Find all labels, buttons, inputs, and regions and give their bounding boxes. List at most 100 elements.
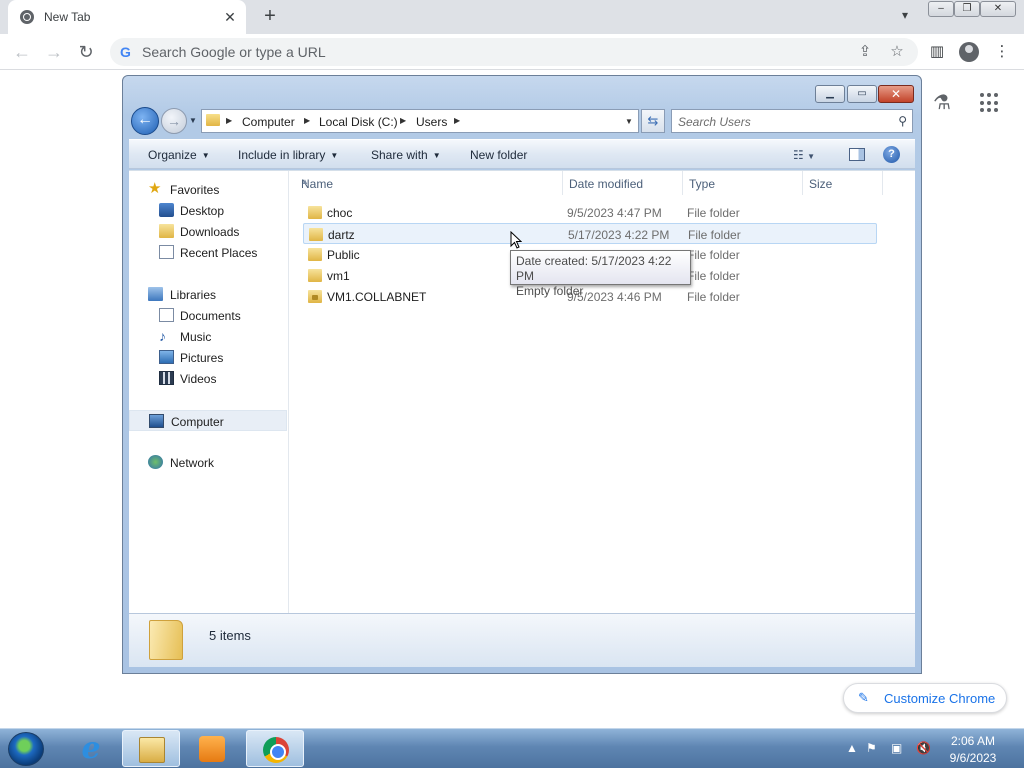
nav-label: Videos: [180, 372, 217, 386]
restore-icon[interactable]: ❐: [954, 1, 980, 17]
nav-label: Pictures: [180, 351, 224, 365]
start-button-icon[interactable]: [8, 732, 44, 766]
row-name: VM1.COLLABNET: [327, 290, 427, 304]
nav-item-music[interactable]: ♪ Music: [129, 326, 287, 347]
nav-item-videos[interactable]: Videos: [129, 368, 287, 389]
tab-search-chevron-icon[interactable]: ▾: [896, 8, 914, 26]
minimize-icon[interactable]: –: [928, 1, 954, 17]
tab-new-tab[interactable]: New Tab ✕: [8, 0, 246, 34]
action-center-flag-icon[interactable]: ⚑: [866, 741, 877, 755]
volume-muted-icon[interactable]: 🔇: [916, 741, 931, 755]
breadcrumb-separator-icon[interactable]: ▶: [454, 116, 460, 125]
preview-pane-icon[interactable]: [849, 148, 865, 161]
search-input[interactable]: [678, 114, 878, 130]
labs-flask-icon[interactable]: ⚗: [931, 92, 953, 114]
profile-avatar-icon[interactable]: [959, 42, 979, 62]
search-box[interactable]: ⚲: [671, 109, 913, 133]
nav-item-libraries[interactable]: Libraries: [129, 284, 287, 305]
nav-label: Favorites: [170, 183, 220, 197]
videos-film-icon: [159, 371, 174, 385]
back-arrow-icon[interactable]: ←: [12, 42, 32, 62]
desktop-icon: [159, 203, 174, 217]
folder-icon: [206, 114, 220, 126]
taskbar-internet-explorer[interactable]: e: [62, 730, 120, 767]
breadcrumb-computer[interactable]: Computer: [242, 115, 295, 129]
file-row-choc[interactable]: choc 9/5/2023 4:47 PM File folder: [303, 202, 877, 223]
address-bar[interactable]: ▶ Computer ▶ Local Disk (C:) ▶ Users ▶ ▼: [201, 109, 639, 133]
tab-close-icon[interactable]: ✕: [222, 9, 238, 25]
new-folder-button[interactable]: New folder: [470, 148, 527, 162]
explorer-forward-icon[interactable]: →: [161, 108, 187, 134]
dropdown-arrow-icon: ▼: [330, 151, 339, 160]
breadcrumb-separator-icon[interactable]: ▶: [226, 116, 232, 125]
internet-explorer-icon: e: [81, 731, 101, 766]
nav-item-documents[interactable]: Documents: [129, 305, 287, 326]
address-dropdown-icon[interactable]: ▼: [625, 117, 633, 126]
new-tab-button[interactable]: +: [258, 5, 282, 29]
recent-pages-dropdown-icon[interactable]: ▼: [189, 116, 197, 125]
row-name: dartz: [328, 228, 355, 242]
documents-icon: [159, 308, 174, 322]
include-in-library-label: Include in library: [238, 148, 326, 162]
taskbar-media-player[interactable]: [183, 730, 241, 767]
sort-ascending-icon: ▲: [301, 177, 309, 186]
tooltip-date-created: Date created: 5/17/2023 4:22 PM: [516, 254, 672, 283]
row-date: 5/17/2023 4:22 PM: [568, 228, 670, 242]
bookmark-star-icon[interactable]: ☆: [888, 43, 906, 61]
column-header-type[interactable]: Type: [683, 171, 803, 195]
organize-button[interactable]: Organize ▼: [148, 148, 210, 162]
row-type: File folder: [687, 248, 740, 262]
navigation-pane: ★ Favorites Desktop Downloads Recent Pla…: [129, 171, 289, 614]
clock-date[interactable]: 9/6/2023: [940, 751, 1006, 765]
column-date-label: Date modified: [569, 177, 644, 191]
nav-item-recent-places[interactable]: Recent Places: [129, 242, 287, 263]
nav-label: Music: [180, 330, 212, 344]
network-status-icon[interactable]: ▣: [891, 741, 902, 755]
share-icon[interactable]: ⇪: [856, 43, 874, 61]
network-globe-icon: [148, 455, 163, 469]
nav-item-computer[interactable]: Computer: [129, 410, 287, 431]
explorer-maximize-icon[interactable]: ▭: [847, 85, 877, 103]
nav-item-pictures[interactable]: Pictures: [129, 347, 287, 368]
explorer-close-icon[interactable]: ✕: [878, 85, 914, 103]
explorer-back-icon[interactable]: ←: [131, 107, 159, 135]
omnibox[interactable]: G ⇪ ☆: [110, 38, 918, 66]
nav-label: Computer: [171, 415, 224, 429]
customize-chrome-label: Customize Chrome: [884, 691, 996, 706]
side-panel-icon[interactable]: ▥: [927, 42, 947, 62]
share-with-button[interactable]: Share with ▼: [371, 148, 441, 162]
media-player-icon: [199, 736, 225, 762]
nav-item-downloads[interactable]: Downloads: [129, 221, 287, 242]
reload-icon[interactable]: ↻: [76, 42, 96, 62]
forward-arrow-icon[interactable]: →: [44, 42, 64, 62]
breadcrumb-users[interactable]: Users: [416, 115, 447, 129]
include-in-library-button[interactable]: Include in library ▼: [238, 148, 338, 162]
change-view-icon[interactable]: ☷ ▼: [793, 148, 815, 162]
search-icon[interactable]: ⚲: [898, 114, 907, 128]
nav-item-favorites[interactable]: ★ Favorites: [129, 179, 287, 200]
customize-chrome-button[interactable]: ✎ Customize Chrome: [843, 683, 1007, 713]
file-row-dartz[interactable]: dartz 5/17/2023 4:22 PM File folder: [303, 223, 877, 244]
breadcrumb-local-disk[interactable]: Local Disk (C:): [319, 115, 398, 129]
taskbar-windows-explorer[interactable]: [122, 730, 180, 767]
column-header-size[interactable]: Size: [803, 171, 883, 195]
clock-time[interactable]: 2:06 AM: [940, 734, 1006, 748]
column-header-name[interactable]: Name ▲: [295, 171, 563, 195]
breadcrumb-separator-icon[interactable]: ▶: [400, 116, 406, 125]
refresh-icon[interactable]: ⇆: [641, 109, 665, 133]
nav-item-network[interactable]: Network: [129, 452, 287, 473]
breadcrumb-separator-icon[interactable]: ▶: [304, 116, 310, 125]
column-header-date-modified[interactable]: Date modified: [563, 171, 683, 195]
taskbar-chrome[interactable]: [246, 730, 304, 767]
share-with-label: Share with: [371, 148, 428, 162]
omnibox-input[interactable]: [142, 42, 832, 62]
nav-item-desktop[interactable]: Desktop: [129, 200, 287, 221]
pencil-icon: ✎: [858, 690, 869, 705]
show-hidden-icons-icon[interactable]: ▲: [846, 741, 858, 755]
help-icon[interactable]: ?: [883, 146, 900, 163]
explorer-minimize-icon[interactable]: ▁: [815, 85, 845, 103]
close-window-icon[interactable]: ✕: [980, 1, 1016, 17]
google-apps-icon[interactable]: [980, 93, 1000, 113]
menu-kebab-icon[interactable]: ⋮: [992, 42, 1012, 62]
google-g-icon: G: [120, 44, 131, 60]
